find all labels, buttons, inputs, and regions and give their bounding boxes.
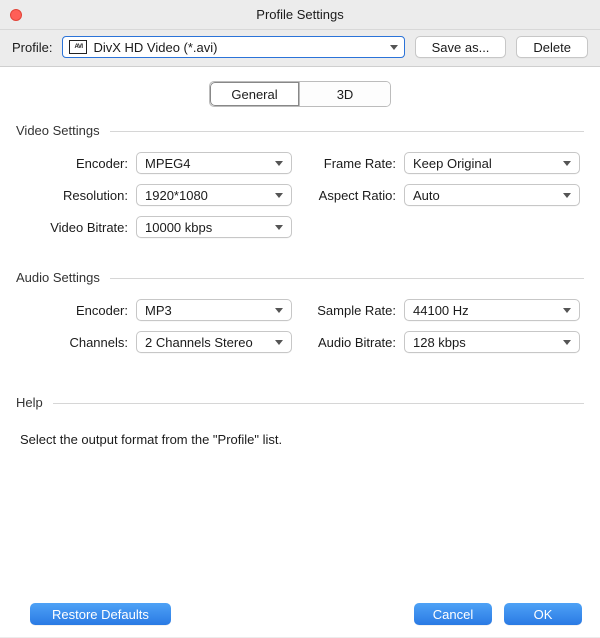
resolution-select[interactable]: 1920*1080 xyxy=(136,184,292,206)
chevron-down-icon xyxy=(275,161,283,166)
profile-value: DivX HD Video (*.avi) xyxy=(93,40,389,55)
content-area: General 3D Video Settings Encoder: MPEG4… xyxy=(0,67,600,591)
tab-3d[interactable]: 3D xyxy=(300,82,390,106)
video-bitrate-label: Video Bitrate: xyxy=(20,220,136,235)
titlebar: Profile Settings xyxy=(0,0,600,30)
profile-select[interactable]: AVI DivX HD Video (*.avi) xyxy=(62,36,404,58)
audio-bitrate-label: Audio Bitrate: xyxy=(308,335,404,350)
chevron-down-icon xyxy=(390,45,398,50)
sample-rate-label: Sample Rate: xyxy=(308,303,404,318)
video-settings-title: Video Settings xyxy=(16,123,110,138)
audio-bitrate-select[interactable]: 128 kbps xyxy=(404,331,580,353)
help-text: Select the output format from the "Profi… xyxy=(20,424,580,447)
window-title: Profile Settings xyxy=(256,7,343,22)
delete-button[interactable]: Delete xyxy=(516,36,588,58)
tabstrip: General 3D xyxy=(209,81,391,107)
audio-settings-group: Audio Settings Encoder: MP3 Sample Rate:… xyxy=(16,278,584,353)
tabs: General 3D xyxy=(16,81,584,107)
channels-label: Channels: xyxy=(20,335,136,350)
sample-rate-select[interactable]: 44100 Hz xyxy=(404,299,580,321)
audio-settings-title: Audio Settings xyxy=(16,270,110,285)
ok-button[interactable]: OK xyxy=(504,603,582,625)
tab-general[interactable]: General xyxy=(210,82,300,106)
chevron-down-icon xyxy=(275,225,283,230)
profile-label: Profile: xyxy=(12,40,52,55)
video-encoder-select[interactable]: MPEG4 xyxy=(136,152,292,174)
audio-encoder-select[interactable]: MP3 xyxy=(136,299,292,321)
chevron-down-icon xyxy=(563,193,571,198)
chevron-down-icon xyxy=(563,161,571,166)
avi-file-icon: AVI xyxy=(69,40,87,54)
video-encoder-label: Encoder: xyxy=(20,156,136,171)
cancel-button[interactable]: Cancel xyxy=(414,603,492,625)
video-bitrate-select[interactable]: 10000 kbps xyxy=(136,216,292,238)
frame-rate-select[interactable]: Keep Original xyxy=(404,152,580,174)
aspect-ratio-label: Aspect Ratio: xyxy=(308,188,404,203)
restore-defaults-button[interactable]: Restore Defaults xyxy=(30,603,171,625)
channels-select[interactable]: 2 Channels Stereo xyxy=(136,331,292,353)
aspect-ratio-select[interactable]: Auto xyxy=(404,184,580,206)
footer: Restore Defaults Cancel OK xyxy=(0,591,600,637)
help-title: Help xyxy=(16,395,53,410)
close-window-icon[interactable] xyxy=(10,9,22,21)
chevron-down-icon xyxy=(563,340,571,345)
toolbar: Profile: AVI DivX HD Video (*.avi) Save … xyxy=(0,30,600,67)
resolution-label: Resolution: xyxy=(20,188,136,203)
chevron-down-icon xyxy=(275,340,283,345)
chevron-down-icon xyxy=(275,308,283,313)
save-as-button[interactable]: Save as... xyxy=(415,36,507,58)
help-group: Help Select the output format from the "… xyxy=(16,403,584,447)
video-settings-group: Video Settings Encoder: MPEG4 Frame Rate… xyxy=(16,131,584,238)
frame-rate-label: Frame Rate: xyxy=(308,156,404,171)
audio-encoder-label: Encoder: xyxy=(20,303,136,318)
chevron-down-icon xyxy=(563,308,571,313)
chevron-down-icon xyxy=(275,193,283,198)
